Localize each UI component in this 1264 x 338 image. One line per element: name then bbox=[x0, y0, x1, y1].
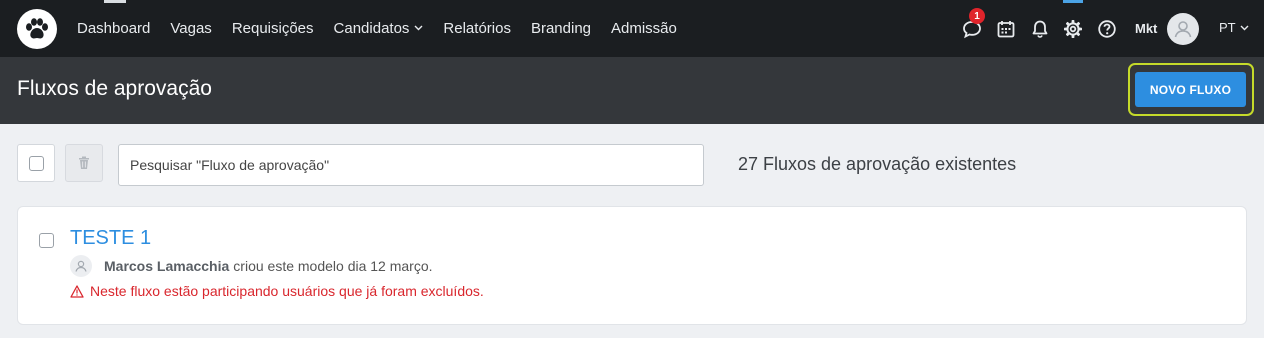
notification-badge: 1 bbox=[969, 8, 985, 24]
avatar bbox=[70, 255, 92, 277]
checkbox-box bbox=[28, 155, 44, 171]
user-icon bbox=[75, 260, 87, 272]
select-all-checkbox[interactable] bbox=[17, 144, 55, 182]
new-flow-button[interactable]: NOVO FLUXO bbox=[1135, 72, 1246, 107]
new-flow-highlight: NOVO FLUXO bbox=[1128, 63, 1254, 116]
flow-author: Marcos Lamacchia bbox=[104, 258, 230, 274]
calendar-icon[interactable] bbox=[995, 18, 1017, 40]
language-selector[interactable]: PT bbox=[1219, 20, 1249, 35]
trash-icon bbox=[79, 156, 89, 169]
user-name[interactable]: Mkt bbox=[1135, 21, 1157, 36]
avatar[interactable] bbox=[1167, 13, 1199, 45]
nav-requisicoes[interactable]: Requisições bbox=[232, 20, 314, 37]
nav-branding[interactable]: Branding bbox=[531, 20, 591, 37]
nav-candidatos-label: Candidatos bbox=[333, 20, 410, 37]
chevron-down-icon bbox=[1240, 25, 1249, 31]
flow-meta: Marcos Lamacchia criou este modelo dia 1… bbox=[70, 255, 433, 277]
nav-relatorios[interactable]: Relatórios bbox=[443, 20, 511, 37]
bell-icon[interactable] bbox=[1029, 18, 1051, 40]
list-item: TESTE 1 Marcos Lamacchia criou este mode… bbox=[17, 206, 1247, 325]
language-label: PT bbox=[1219, 20, 1236, 35]
delete-button[interactable] bbox=[65, 144, 103, 182]
top-navbar: Dashboard Vagas Requisições Candidatos R… bbox=[0, 0, 1264, 57]
warning-icon bbox=[70, 284, 84, 298]
row-checkbox[interactable] bbox=[39, 233, 54, 248]
gear-icon[interactable] bbox=[1062, 18, 1084, 40]
user-icon bbox=[1174, 21, 1192, 38]
settings-active-indicator bbox=[1063, 0, 1083, 3]
page-title: Fluxos de aprovação bbox=[17, 77, 212, 100]
logo[interactable] bbox=[17, 9, 57, 49]
nav-dashboard[interactable]: Dashboard bbox=[77, 20, 150, 37]
flow-title[interactable]: TESTE 1 bbox=[70, 227, 151, 250]
nav-admissao[interactable]: Admissão bbox=[611, 20, 677, 37]
flow-count: 27 Fluxos de aprovação existentes bbox=[738, 154, 1017, 174]
nav-vagas[interactable]: Vagas bbox=[170, 20, 211, 37]
flow-meta-text: criou este modelo dia 12 março. bbox=[233, 258, 433, 274]
flow-warning-text: Neste fluxo estão participando usuários … bbox=[90, 283, 484, 299]
main-nav: Dashboard Vagas Requisições Candidatos R… bbox=[77, 0, 697, 57]
chevron-down-icon bbox=[414, 23, 423, 34]
search-input[interactable] bbox=[118, 144, 704, 186]
help-icon[interactable] bbox=[1096, 18, 1118, 40]
paw-icon bbox=[26, 18, 48, 39]
flow-warning: Neste fluxo estão participando usuários … bbox=[70, 283, 484, 299]
page-header: Fluxos de aprovação NOVO FLUXO bbox=[0, 57, 1264, 124]
nav-candidatos[interactable]: Candidatos bbox=[334, 20, 424, 37]
